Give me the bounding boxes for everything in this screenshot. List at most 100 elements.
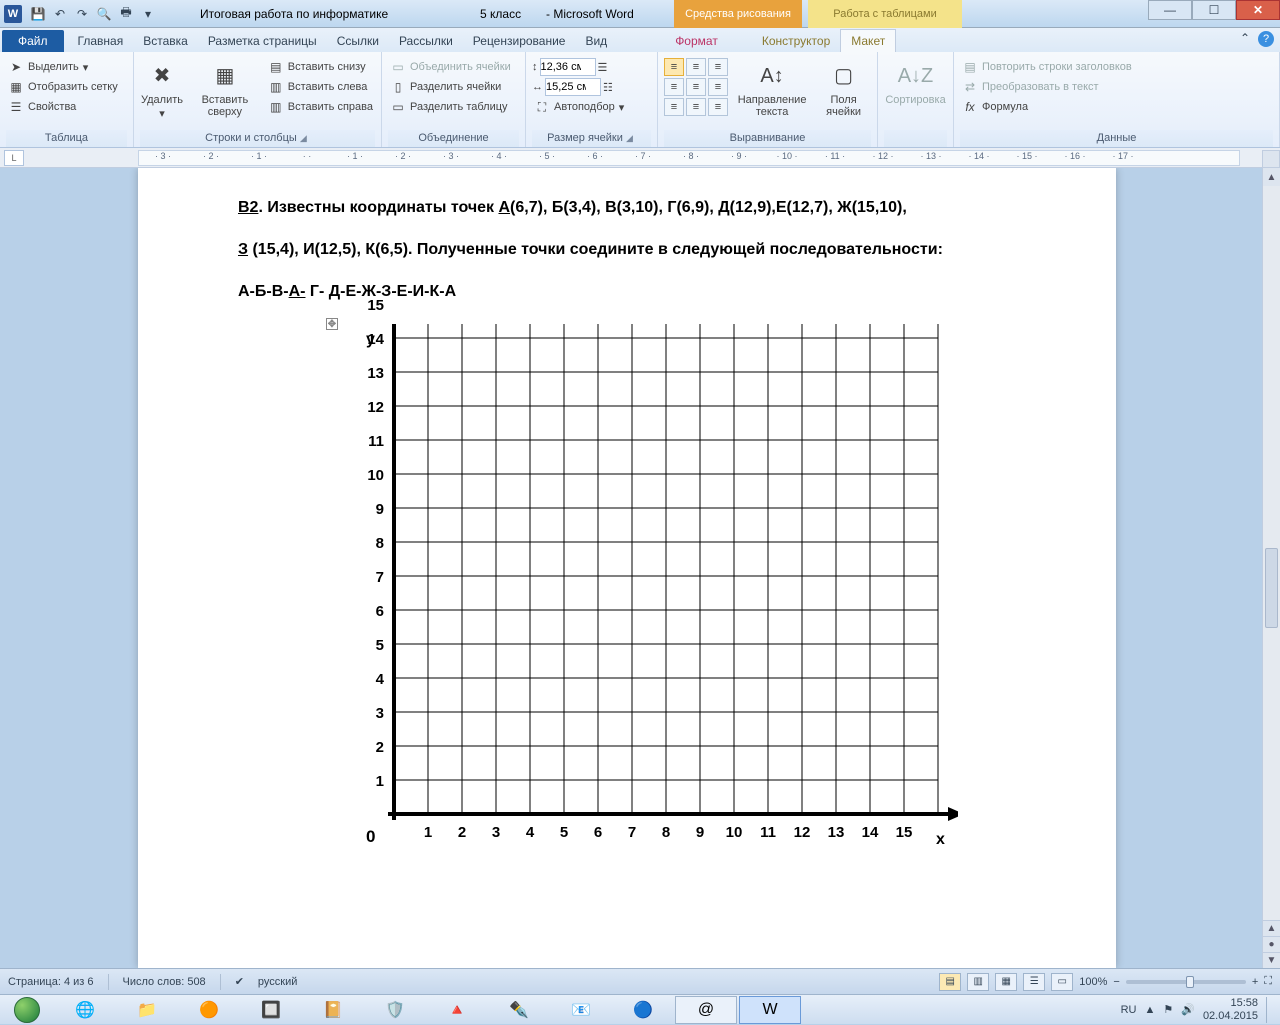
- tray-volume-icon[interactable]: 🔊: [1181, 1003, 1195, 1016]
- view-print-layout[interactable]: ▤: [939, 973, 961, 991]
- horizontal-ruler[interactable]: · 3 ·· 2 ·· 1 ·· ·· 1 ·· 2 ·· 3 ·· 4 ·· …: [138, 150, 1240, 166]
- split-table-button[interactable]: ▭Разделить таблицу: [388, 98, 513, 116]
- dialog-launcher-icon[interactable]: ◢: [300, 133, 310, 143]
- taskbar-ie[interactable]: 🌐: [55, 996, 115, 1024]
- alignment-grid[interactable]: ≡≡≡ ≡≡≡ ≡≡≡: [664, 58, 728, 116]
- view-web[interactable]: ▦: [995, 973, 1017, 991]
- col-width-field[interactable]: ↔☷: [532, 78, 626, 96]
- align-bot-right[interactable]: ≡: [708, 98, 728, 116]
- table-move-handle-icon[interactable]: ✥: [326, 318, 338, 330]
- minimize-ribbon-icon[interactable]: ⌃: [1240, 31, 1250, 47]
- scroll-up-icon[interactable]: ▲: [1263, 168, 1280, 186]
- view-draft[interactable]: ▭: [1051, 973, 1073, 991]
- page[interactable]: В2. Известны координаты точек А(6,7), Б(…: [138, 168, 1116, 968]
- taskbar-app-7[interactable]: 📧: [551, 996, 611, 1024]
- taskbar-app-6[interactable]: ✒️: [489, 996, 549, 1024]
- formula-button[interactable]: fxФормула: [960, 98, 1134, 116]
- align-top-center[interactable]: ≡: [686, 58, 706, 76]
- zoom-out-icon[interactable]: −: [1113, 976, 1119, 988]
- tray-clock[interactable]: 15:5802.04.2015: [1203, 997, 1258, 1021]
- prev-page-icon[interactable]: ▲: [1263, 920, 1280, 936]
- tab-format[interactable]: Формат: [665, 30, 728, 52]
- insert-top-button[interactable]: ▦Вставить сверху: [186, 58, 264, 120]
- taskbar-app-3[interactable]: 📔: [303, 996, 363, 1024]
- tray-flag-icon[interactable]: ▲: [1144, 1004, 1155, 1016]
- select-button[interactable]: ➤Выделить ▾: [6, 58, 120, 76]
- view-full-reading[interactable]: ▥: [967, 973, 989, 991]
- taskbar-app-1[interactable]: 🟠: [179, 996, 239, 1024]
- zoom-value[interactable]: 100%: [1079, 976, 1107, 988]
- spellcheck-icon[interactable]: ✔: [235, 975, 244, 988]
- minimize-button[interactable]: —: [1148, 0, 1192, 20]
- close-button[interactable]: ✕: [1236, 0, 1280, 20]
- view-outline[interactable]: ☰: [1023, 973, 1045, 991]
- tab-file[interactable]: Файл: [2, 30, 64, 52]
- tab-review[interactable]: Рецензирование: [463, 30, 576, 52]
- browse-object-icon[interactable]: ●: [1263, 936, 1280, 952]
- row-height-field[interactable]: ↕☰: [532, 58, 626, 76]
- distribute-rows-icon[interactable]: ☰: [598, 61, 608, 74]
- paragraph-1[interactable]: В2. Известны координаты точек А(6,7), Б(…: [238, 196, 1056, 220]
- autofit-button[interactable]: ⛶Автоподбор ▾: [532, 98, 626, 116]
- align-top-left[interactable]: ≡: [664, 58, 684, 76]
- save-icon[interactable]: 💾: [28, 4, 48, 24]
- status-language[interactable]: русский: [258, 976, 297, 988]
- split-cells-button[interactable]: ▯Разделить ячейки: [388, 78, 513, 96]
- scroll-thumb[interactable]: [1265, 548, 1278, 628]
- distribute-cols-icon[interactable]: ☷: [603, 81, 613, 94]
- tab-selector[interactable]: L: [4, 150, 24, 166]
- help-icon[interactable]: ?: [1258, 31, 1274, 47]
- status-words[interactable]: Число слов: 508: [123, 976, 206, 988]
- tab-insert[interactable]: Вставка: [133, 30, 198, 52]
- align-mid-left[interactable]: ≡: [664, 78, 684, 96]
- next-page-icon[interactable]: ▼: [1263, 952, 1280, 968]
- status-page[interactable]: Страница: 4 из 6: [8, 976, 94, 988]
- taskbar-app-4[interactable]: 🛡️: [365, 996, 425, 1024]
- maximize-button[interactable]: ☐: [1192, 0, 1236, 20]
- split-box[interactable]: [1262, 150, 1280, 168]
- tray-action-center-icon[interactable]: ⚑: [1163, 1003, 1173, 1016]
- show-grid-button[interactable]: ▦Отобразить сетку: [6, 78, 120, 96]
- preview-icon[interactable]: 🔍: [94, 4, 114, 24]
- page-content[interactable]: В2. Известны координаты точек А(6,7), Б(…: [138, 168, 1116, 874]
- insert-bottom-button[interactable]: ▤Вставить снизу: [266, 58, 375, 76]
- align-bot-left[interactable]: ≡: [664, 98, 684, 116]
- paragraph-2[interactable]: З (15,4), И(12,5), К(6,5). Полученные то…: [238, 238, 1056, 262]
- vertical-scrollbar[interactable]: ▲ ▲ ● ▼: [1262, 168, 1280, 968]
- align-bot-center[interactable]: ≡: [686, 98, 706, 116]
- align-mid-center[interactable]: ≡: [686, 78, 706, 96]
- delete-button[interactable]: ✖Удалить▾: [140, 58, 184, 122]
- qat-dropdown-icon[interactable]: ▾: [138, 4, 158, 24]
- insert-left-button[interactable]: ▥Вставить слева: [266, 78, 375, 96]
- dialog-launcher-icon[interactable]: ◢: [626, 133, 636, 143]
- print-icon[interactable]: 🖶: [116, 4, 136, 24]
- text-direction-button[interactable]: A↕Направление текста: [730, 58, 814, 120]
- insert-right-button[interactable]: ▥Вставить справа: [266, 98, 375, 116]
- fullscreen-icon[interactable]: ⛶: [1264, 975, 1272, 988]
- taskbar-word[interactable]: W: [739, 996, 801, 1024]
- coordinate-grid[interactable]: ✥ y x 0 123456789101112131415 1234567891…: [348, 324, 958, 864]
- tray-lang[interactable]: RU: [1121, 1004, 1137, 1016]
- tab-layout-table[interactable]: Макет: [840, 29, 896, 52]
- tab-designer[interactable]: Конструктор: [752, 30, 840, 52]
- start-button[interactable]: [0, 995, 54, 1025]
- taskbar-app-2[interactable]: 🔲: [241, 996, 301, 1024]
- tab-view[interactable]: Вид: [575, 30, 617, 52]
- show-desktop-button[interactable]: [1266, 997, 1274, 1023]
- align-mid-right[interactable]: ≡: [708, 78, 728, 96]
- tab-home[interactable]: Главная: [68, 30, 134, 52]
- tab-references[interactable]: Ссылки: [327, 30, 389, 52]
- redo-icon[interactable]: ↷: [72, 4, 92, 24]
- tab-page-layout[interactable]: Разметка страницы: [198, 30, 327, 52]
- zoom-in-icon[interactable]: +: [1252, 976, 1258, 988]
- taskbar-app-8[interactable]: 🔵: [613, 996, 673, 1024]
- zoom-slider[interactable]: [1126, 980, 1246, 984]
- taskbar-mail[interactable]: @: [675, 996, 737, 1024]
- tab-mailings[interactable]: Рассылки: [389, 30, 463, 52]
- cell-margins-button[interactable]: ▢Поля ячейки: [816, 58, 871, 120]
- undo-icon[interactable]: ↶: [50, 4, 70, 24]
- properties-button[interactable]: ☰Свойства: [6, 98, 120, 116]
- align-top-right[interactable]: ≡: [708, 58, 728, 76]
- taskbar-app-5[interactable]: 🔺: [427, 996, 487, 1024]
- taskbar-explorer[interactable]: 📁: [117, 996, 177, 1024]
